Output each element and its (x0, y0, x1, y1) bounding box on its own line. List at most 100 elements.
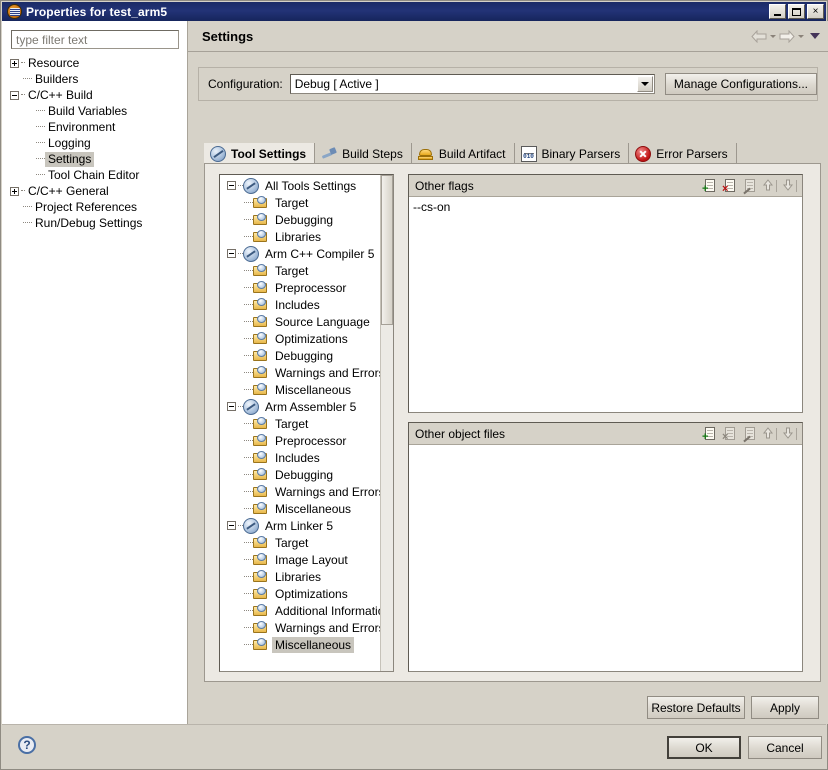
page-buttons: Restore Defaults Apply (647, 696, 819, 719)
tab-error-parsers[interactable]: Error Parsers (629, 143, 736, 164)
tool-tree-item-miscellaneous[interactable]: Miscellaneous (220, 381, 380, 398)
sidebar-item-c-c-general[interactable]: C/C++ General (2, 183, 187, 199)
tool-tree-scrollbar[interactable] (380, 175, 393, 671)
tool-tree-item-preprocessor[interactable]: Preprocessor (220, 279, 380, 296)
other-flags-list[interactable]: --cs-on (409, 197, 802, 412)
tool-tree-item-arm-linker-5[interactable]: Arm Linker 5 (220, 517, 380, 534)
collapse-icon[interactable] (10, 91, 19, 100)
tool-tree[interactable]: All Tools SettingsTargetDebuggingLibrari… (219, 174, 394, 672)
list-item[interactable]: --cs-on (413, 200, 798, 215)
build-steps-icon (321, 146, 337, 162)
tree-connector (244, 236, 253, 238)
tool-tree-item-libraries[interactable]: Libraries (220, 228, 380, 245)
tree-connector (244, 474, 253, 476)
tool-tree-item-target[interactable]: Target (220, 194, 380, 211)
tool-tree-item-optimizations[interactable]: Optimizations (220, 585, 380, 602)
tool-tree-item-libraries[interactable]: Libraries (220, 568, 380, 585)
tool-tree-item-warnings-and-errors[interactable]: Warnings and Errors (220, 364, 380, 381)
chevron-down-icon[interactable] (637, 76, 653, 92)
tab-build-artifact[interactable]: Build Artifact (412, 143, 515, 164)
option-folder-icon (253, 620, 269, 636)
option-folder-icon (253, 484, 269, 500)
tool-tree-item-arm-assembler-5[interactable]: Arm Assembler 5 (220, 398, 380, 415)
tool-tree-item-debugging[interactable]: Debugging (220, 211, 380, 228)
tool-tree-item-miscellaneous[interactable]: Miscellaneous (220, 636, 380, 653)
tab-tool-settings[interactable]: Tool Settings (204, 143, 315, 164)
tool-tree-item-source-language[interactable]: Source Language (220, 313, 380, 330)
other-object-files-list[interactable] (409, 445, 802, 671)
expand-icon[interactable] (10, 59, 19, 68)
forward-dropdown-icon[interactable] (798, 35, 804, 38)
other-object-files-header: Other object files + × (409, 423, 802, 445)
sidebar-item-settings[interactable]: Settings (2, 151, 187, 167)
manage-configurations-button[interactable]: Manage Configurations... (665, 73, 817, 95)
back-arrow-icon[interactable] (751, 30, 767, 43)
forward-arrow-icon[interactable] (779, 30, 795, 43)
tool-tree-item-additional-information[interactable]: Additional Information (220, 602, 380, 619)
help-icon[interactable]: ? (18, 736, 36, 754)
view-menu-chevron-icon[interactable] (810, 33, 820, 39)
tool-tree-item-includes[interactable]: Includes (220, 296, 380, 313)
tool-tree-item-debugging[interactable]: Debugging (220, 466, 380, 483)
tool-tree-item-warnings-and-errors[interactable]: Warnings and Errors (220, 619, 380, 636)
sidebar-item-environment[interactable]: Environment (2, 119, 187, 135)
sidebar-item-resource[interactable]: Resource (2, 55, 187, 71)
scrollbar-thumb[interactable] (381, 175, 393, 325)
sidebar-item-c-c-build[interactable]: C/C++ Build (2, 87, 187, 103)
apply-button[interactable]: Apply (751, 696, 819, 719)
back-dropdown-icon[interactable] (770, 35, 776, 38)
cancel-button[interactable]: Cancel (748, 736, 822, 759)
tool-tree-item-image-layout[interactable]: Image Layout (220, 551, 380, 568)
filter-input[interactable]: type filter text (11, 30, 179, 49)
configuration-combo[interactable]: Debug [ Active ] (290, 74, 655, 94)
option-folder-icon (253, 450, 269, 466)
option-folder-icon (253, 331, 269, 347)
tool-tree-item-target[interactable]: Target (220, 415, 380, 432)
collapse-icon[interactable] (227, 249, 236, 258)
restore-defaults-button[interactable]: Restore Defaults (647, 696, 745, 719)
tool-tree-item-target[interactable]: Target (220, 534, 380, 551)
move-up-icon (762, 178, 778, 194)
collapse-icon[interactable] (227, 521, 236, 530)
tool-tree-item-optimizations[interactable]: Optimizations (220, 330, 380, 347)
tool-tree-item-debugging[interactable]: Debugging (220, 347, 380, 364)
add-icon[interactable]: + (702, 178, 718, 194)
expand-icon[interactable] (10, 187, 19, 196)
maximize-button[interactable] (788, 4, 805, 19)
sidebar-item-builders[interactable]: Builders (2, 71, 187, 87)
sidebar-item-logging[interactable]: Logging (2, 135, 187, 151)
tree-connector (23, 78, 32, 80)
close-button[interactable]: × (807, 4, 824, 19)
sidebar-item-label: Logging (45, 136, 94, 151)
tool-tree-item-miscellaneous[interactable]: Miscellaneous (220, 500, 380, 517)
sidebar-item-project-references[interactable]: Project References (2, 199, 187, 215)
add-icon[interactable]: + (702, 426, 718, 442)
tool-tree-item-all-tools-settings[interactable]: All Tools Settings (220, 177, 380, 194)
option-folder-icon (253, 365, 269, 381)
sidebar-item-tool-chain-editor[interactable]: Tool Chain Editor (2, 167, 187, 183)
tab-build-steps[interactable]: Build Steps (315, 143, 412, 164)
delete-icon[interactable]: × (722, 178, 738, 194)
tool-tree-item-warnings-and-errors[interactable]: Warnings and Errors (220, 483, 380, 500)
tool-tree-item-target[interactable]: Target (220, 262, 380, 279)
tool-tree-item-includes[interactable]: Includes (220, 449, 380, 466)
tool-tree-item-label: Target (272, 416, 311, 432)
tab-binary-parsers[interactable]: Binary Parsers (515, 143, 630, 164)
dialog-footer: ? OK Cancel (2, 724, 826, 769)
option-folder-icon (253, 586, 269, 602)
tool-settings-panel: All Tools SettingsTargetDebuggingLibrari… (204, 163, 821, 682)
option-folder-icon (253, 569, 269, 585)
minimize-button[interactable] (769, 4, 786, 19)
sidebar-item-build-variables[interactable]: Build Variables (2, 103, 187, 119)
ok-button[interactable]: OK (667, 736, 741, 759)
settings-nav-tree[interactable]: ResourceBuildersC/C++ BuildBuild Variabl… (2, 55, 187, 231)
tool-tree-item-arm-c-compiler-5[interactable]: Arm C++ Compiler 5 (220, 245, 380, 262)
sidebar-item-run-debug-settings[interactable]: Run/Debug Settings (2, 215, 187, 231)
sidebar-item-label: C/C++ General (25, 184, 112, 199)
settings-tabs[interactable]: Tool Settings Build StepsBuild ArtifactBi… (204, 142, 821, 164)
tab-label: Tool Settings (231, 147, 306, 161)
collapse-icon[interactable] (227, 181, 236, 190)
tool-tree-item-preprocessor[interactable]: Preprocessor (220, 432, 380, 449)
tree-connector (244, 372, 253, 374)
collapse-icon[interactable] (227, 402, 236, 411)
